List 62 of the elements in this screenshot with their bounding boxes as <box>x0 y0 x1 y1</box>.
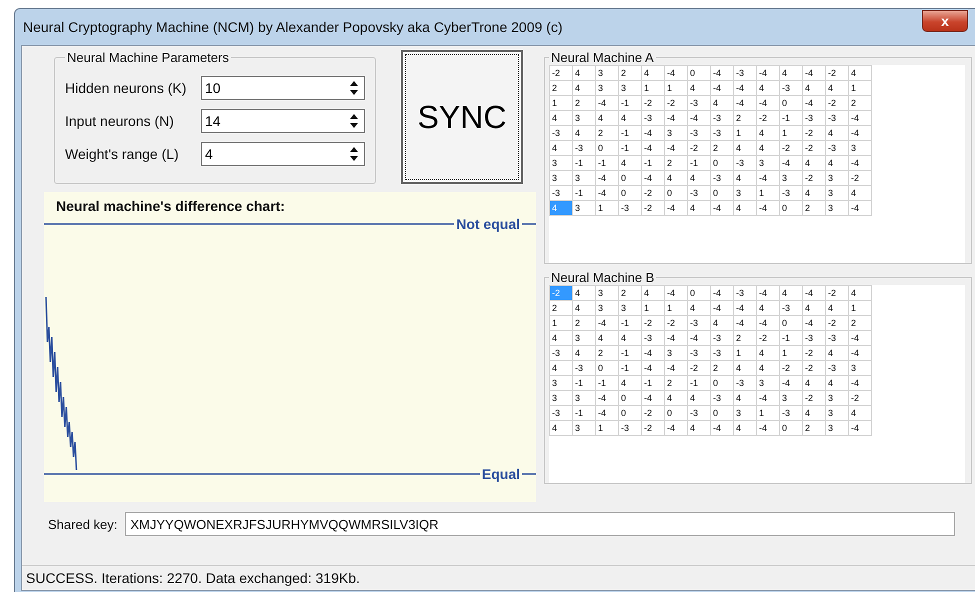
grid-cell[interactable]: -2 <box>826 286 848 300</box>
close-button[interactable]: x <box>922 10 968 32</box>
grid-cell[interactable]: -3 <box>550 346 572 360</box>
grid-cell[interactable]: -4 <box>664 66 688 80</box>
grid-cell[interactable]: -3 <box>550 126 572 140</box>
grid-cell[interactable]: 2 <box>618 66 642 80</box>
grid-cell[interactable]: 4 <box>642 286 664 300</box>
grid-cell[interactable]: -4 <box>756 66 780 80</box>
grid-cell[interactable]: -4 <box>756 286 780 300</box>
chart-label: Equal <box>480 466 522 482</box>
grid-cell[interactable]: 3 <box>550 156 572 170</box>
grid-cell[interactable]: 4 <box>550 360 572 376</box>
grid-cell[interactable]: 4 <box>550 420 572 436</box>
grid-cell[interactable]: 4 <box>550 140 572 156</box>
grid-cell[interactable]: -2 <box>826 66 848 80</box>
grid-cell[interactable]: 4 <box>848 66 872 80</box>
grid-cell[interactable]: 2 <box>550 300 572 316</box>
grid-cell[interactable]: 3 <box>550 376 572 390</box>
field-label: Shared key: <box>48 516 118 532</box>
spin-field[interactable]: 10 <box>201 76 365 100</box>
grid-cell[interactable]: 4 <box>848 286 872 300</box>
grid-cell[interactable]: -3 <box>550 186 572 200</box>
group-title: Neural Machine B <box>550 270 656 285</box>
window-title: Neural Cryptography Machine (NCM) by Alexander Popovsky aka CyberTrone 2009 (c) <box>23 19 562 35</box>
grid-cell[interactable]: 2 <box>550 80 572 96</box>
grid-cell[interactable]: 4 <box>550 330 572 346</box>
grid-cell[interactable]: 3 <box>596 286 618 300</box>
grid-cell[interactable]: 1 <box>550 96 572 110</box>
spin-field[interactable]: 4 <box>201 142 365 166</box>
grid-cell[interactable]: -3 <box>734 286 756 300</box>
grid-cell[interactable]: -4 <box>664 286 688 300</box>
field-label: Weight's range (L) <box>65 146 180 162</box>
grid-cell[interactable]: 3 <box>550 390 572 406</box>
grid-cell[interactable]: 4 <box>550 110 572 126</box>
grid-cell[interactable]: -4 <box>802 286 826 300</box>
field-label: Hidden neurons (K) <box>65 80 188 96</box>
grid-cell[interactable]: -4 <box>710 66 734 80</box>
grid-cell[interactable]: -3 <box>734 66 756 80</box>
status-text: SUCCESS. Iterations: 2270. Data exchanged: 319Kb. <box>26 570 360 586</box>
group-title: Neural Machine Parameters <box>66 50 230 65</box>
grid-cell[interactable]: 4 <box>642 66 664 80</box>
grid-cell[interactable]: 4 <box>572 66 596 80</box>
grid-cell[interactable]: -4 <box>802 66 826 80</box>
grid-cell[interactable]: 3 <box>550 170 572 186</box>
grid-cell[interactable]: -4 <box>710 286 734 300</box>
grid-cell[interactable]: 0 <box>688 66 710 80</box>
grid-cell[interactable]: -3 <box>550 406 572 420</box>
group-title: Neural Machine A <box>550 50 655 65</box>
grid-cell[interactable]: 0 <box>688 286 710 300</box>
grid-cell[interactable]: 2 <box>618 286 642 300</box>
chart-label: Not equal <box>454 216 522 232</box>
chart-title: Neural machine's difference chart: <box>55 197 286 216</box>
grid-cell[interactable]: 4 <box>780 66 802 80</box>
field-label: Input neurons (N) <box>65 112 175 128</box>
spin-field[interactable]: 14 <box>201 108 365 132</box>
shared-key-field[interactable]: XMJYYQWONEXRJFSJURHYMVQQWMRSILV3IQR <box>125 512 956 536</box>
grid-cell[interactable]: 4 <box>572 286 596 300</box>
grid-cell[interactable]: 3 <box>596 66 618 80</box>
grid-cell[interactable]: -2 <box>550 66 572 80</box>
grid-cell[interactable]: 1 <box>550 316 572 330</box>
sync-button[interactable]: SYNC <box>401 50 523 184</box>
grid-cell[interactable]: 4 <box>780 286 802 300</box>
